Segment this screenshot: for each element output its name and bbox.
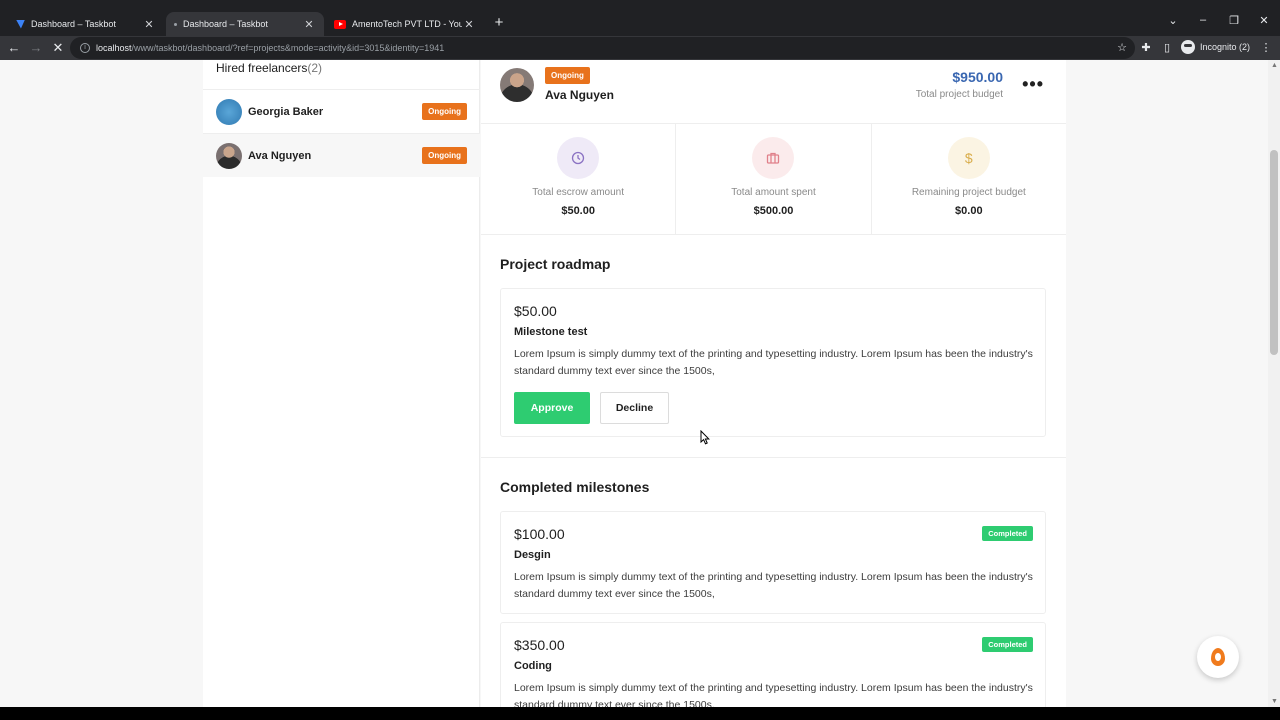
approve-button[interactable]: Approve [514, 392, 590, 424]
scroll-up-icon[interactable]: ▲ [1271, 62, 1278, 69]
tab-title: Dashboard – Taskbot [31, 19, 116, 29]
more-options-icon[interactable]: ••• [1022, 74, 1044, 95]
status-badge: Ongoing [422, 103, 467, 120]
url-host: localhost [96, 43, 132, 53]
milestone-title: Milestone test [514, 326, 588, 338]
url-path: /www/taskbot/dashboard/?ref=projects&mod… [131, 43, 445, 53]
completed-milestone-card: $100.00 Completed Desgin Lorem Ipsum is … [500, 511, 1046, 614]
back-icon[interactable]: ← [5, 39, 23, 57]
section-title-completed: Completed milestones [500, 479, 650, 495]
status-badge: Ongoing [545, 67, 590, 84]
freelancer-name: Georgia Baker [248, 105, 324, 118]
site-info-icon[interactable]: i [80, 43, 90, 53]
milestone-amount: $350.00 [514, 637, 565, 653]
page-viewport: Hired freelancers(2) Georgia Baker Ongoi… [0, 60, 1280, 707]
freelancer-header: Ongoing Ava Nguyen $950.00 Total project… [481, 60, 1066, 124]
chat-launcher-button[interactable] [1197, 636, 1239, 678]
freelancer-row-ava[interactable]: Ava Nguyen Ongoing [203, 133, 480, 177]
close-icon[interactable]: ✕ [462, 18, 476, 31]
tab-search-icon[interactable]: ⌄ [1164, 14, 1182, 27]
milestone-description: Lorem Ipsum is simply dummy text of the … [514, 682, 1033, 707]
total-budget-label: Total project budget [915, 89, 1003, 100]
browser-toolbar: ← → ✕ i localhost /www/taskbot/dashboard… [0, 36, 1280, 60]
stat-value: $0.00 [955, 205, 983, 217]
completed-badge: Completed [982, 526, 1033, 541]
divider [481, 457, 1066, 458]
milestone-amount: $100.00 [514, 526, 565, 542]
status-badge: Ongoing [422, 147, 467, 164]
browser-tab-bar: Dashboard – Taskbot ✕ Dashboard – Taskbo… [0, 0, 1280, 36]
stop-loading-icon[interactable]: ✕ [49, 39, 67, 57]
stat-escrow: Total escrow amount $50.00 [481, 124, 677, 234]
stat-remaining: $ Remaining project budget $0.00 [872, 124, 1066, 234]
screen-bottom-edge [0, 707, 1280, 720]
section-title-roadmap: Project roadmap [500, 256, 611, 272]
page-scrollbar[interactable]: ▲ ▼ [1268, 60, 1280, 707]
avatar [216, 142, 242, 169]
sidebar-title-text: Hired freelancers [216, 61, 308, 75]
dollar-icon: $ [947, 137, 990, 179]
milestone-card: $50.00 Milestone test Lorem Ipsum is sim… [500, 288, 1046, 437]
freelancer-count: (2) [307, 61, 323, 75]
bookmark-star-icon[interactable]: ☆ [1117, 41, 1127, 54]
extensions-icon[interactable]: ✚ [1139, 41, 1153, 54]
window-close-icon[interactable]: ✕ [1255, 14, 1273, 27]
loading-icon [174, 22, 177, 26]
tab-title: Dashboard – Taskbot [183, 19, 268, 29]
project-main-panel: Ongoing Ava Nguyen $950.00 Total project… [481, 60, 1066, 707]
forward-icon[interactable]: → [27, 39, 45, 57]
completed-badge: Completed [982, 637, 1033, 652]
address-bar[interactable]: i localhost /www/taskbot/dashboard/?ref=… [70, 37, 1135, 59]
incognito-label: Incognito (2) [1200, 42, 1251, 52]
close-icon[interactable]: ✕ [142, 18, 156, 31]
browser-tab-active[interactable]: Dashboard – Taskbot ✕ [166, 12, 324, 36]
scrollbar-thumb[interactable] [1270, 150, 1278, 355]
sidebar-title: Hired freelancers(2) [216, 61, 322, 75]
milestone-title: Coding [514, 660, 552, 672]
budget-stats: Total escrow amount $50.00 Total amount … [481, 124, 1066, 235]
completed-milestone-card: $350.00 Completed Coding Lorem Ipsum is … [500, 622, 1046, 707]
briefcase-icon [752, 137, 795, 179]
new-tab-icon[interactable]: + [490, 14, 508, 32]
incognito-profile[interactable]: Incognito (2) [1181, 40, 1250, 54]
stat-value: $500.00 [753, 205, 794, 217]
freelancers-sidebar: Hired freelancers(2) Georgia Baker Ongoi… [203, 60, 480, 707]
incognito-icon [1181, 40, 1195, 54]
browser-tab[interactable]: Dashboard – Taskbot ✕ [8, 12, 164, 36]
freelancer-name: Ava Nguyen [248, 149, 312, 162]
clock-icon [557, 137, 600, 179]
avatar [216, 98, 242, 125]
stat-label: Total amount spent [731, 187, 816, 198]
youtube-icon [334, 19, 346, 29]
chat-flame-icon [1211, 648, 1225, 666]
browser-tab[interactable]: AmentoTech PVT LTD - YouTube ✕ [326, 12, 484, 36]
stat-label: Remaining project budget [911, 187, 1026, 198]
avatar [500, 68, 534, 102]
freelancer-name: Ava Nguyen [545, 88, 614, 102]
taskbot-icon [16, 19, 25, 29]
milestone-amount: $50.00 [514, 303, 557, 319]
restore-icon[interactable]: ❐ [1225, 14, 1243, 27]
milestone-description: Lorem Ipsum is simply dummy text of the … [514, 348, 1033, 377]
close-icon[interactable]: ✕ [302, 18, 316, 31]
stat-label: Total escrow amount [532, 187, 625, 198]
freelancer-row-georgia[interactable]: Georgia Baker Ongoing [203, 89, 480, 133]
scroll-down-icon[interactable]: ▼ [1271, 698, 1278, 705]
stat-value: $50.00 [561, 205, 595, 217]
decline-button[interactable]: Decline [600, 392, 669, 424]
milestone-title: Desgin [514, 549, 551, 561]
milestone-description: Lorem Ipsum is simply dummy text of the … [514, 571, 1033, 600]
tab-title: AmentoTech PVT LTD - YouTube [352, 19, 462, 29]
stat-spent: Total amount spent $500.00 [676, 124, 872, 234]
total-budget-value: $950.00 [952, 69, 1003, 85]
minimize-icon[interactable]: – [1194, 14, 1212, 26]
browser-menu-icon[interactable]: ⋮ [1259, 41, 1273, 54]
side-panel-icon[interactable]: ▯ [1160, 41, 1174, 54]
